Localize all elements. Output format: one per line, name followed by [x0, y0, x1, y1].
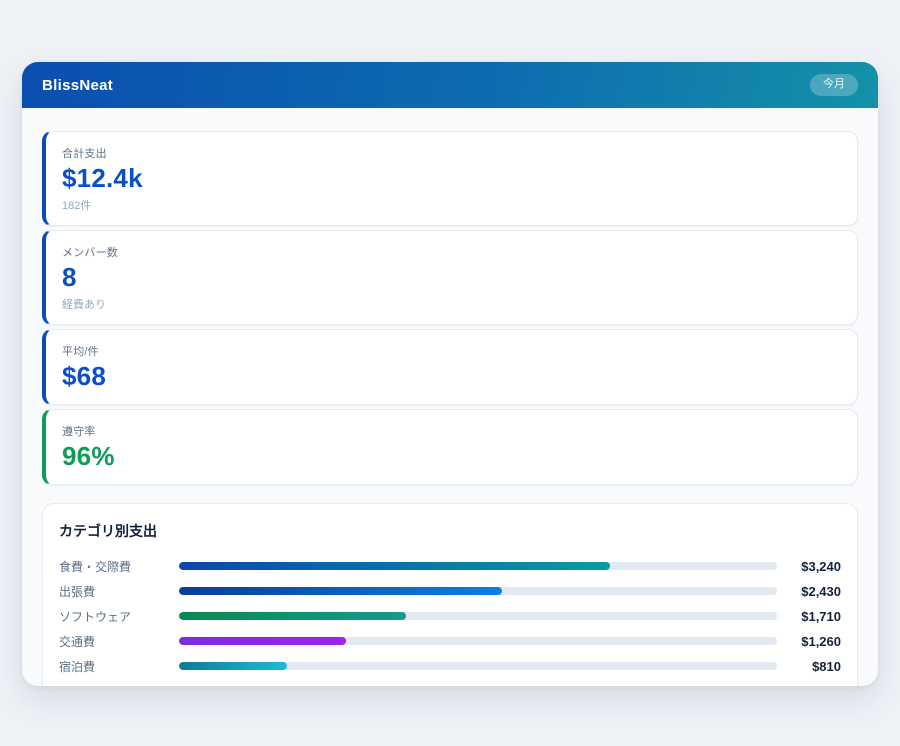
category-amount: $1,710 — [777, 609, 841, 624]
bar-fill — [179, 612, 406, 620]
app-header: BlissNeat 今月 — [22, 62, 878, 108]
category-row: ソフトウェア $1,710 — [59, 604, 841, 629]
bar-fill — [179, 562, 610, 570]
stat-card-compliance-rate: 遵守率 96% — [42, 409, 858, 485]
bar-fill — [179, 587, 502, 595]
stat-sub: 182件 — [62, 197, 841, 213]
stat-label: メンバー数 — [62, 244, 841, 260]
bar-fill — [179, 637, 346, 645]
stat-card-total-spend: 合計支出 $12.4k 182件 — [42, 131, 858, 226]
category-label: 交通費 — [59, 633, 179, 650]
stat-value: $12.4k — [62, 164, 841, 194]
bar-track — [179, 587, 777, 595]
stat-label: 遵守率 — [62, 423, 841, 439]
bar-fill — [179, 662, 287, 670]
category-amount: $2,430 — [777, 584, 841, 599]
dashboard-content: 合計支出 $12.4k 182件 メンバー数 8 経費あり 平均/件 $68 遵… — [22, 108, 878, 686]
category-amount: $810 — [777, 659, 841, 674]
bar-track — [179, 562, 777, 570]
dashboard-card: BlissNeat 今月 合計支出 $12.4k 182件 メンバー数 8 経費… — [22, 62, 878, 686]
period-badge[interactable]: 今月 — [810, 74, 858, 95]
stat-card-member-count: メンバー数 8 経費あり — [42, 230, 858, 325]
category-label: 宿泊費 — [59, 658, 179, 675]
category-row: 宿泊費 $810 — [59, 654, 841, 679]
stat-label: 平均/件 — [62, 343, 841, 359]
app-title: BlissNeat — [42, 77, 113, 94]
bar-track — [179, 662, 777, 670]
stat-value: 8 — [62, 263, 841, 293]
category-spend-card: カテゴリ別支出 食費・交際費 $3,240 出張費 $2,430 ソフトウェア … — [42, 503, 858, 686]
stat-card-average-per-item: 平均/件 $68 — [42, 329, 858, 405]
bar-track — [179, 612, 777, 620]
stat-label: 合計支出 — [62, 145, 841, 161]
category-amount: $1,260 — [777, 634, 841, 649]
category-amount: $3,240 — [777, 559, 841, 574]
stat-sub: 経費あり — [62, 296, 841, 312]
category-row: 出張費 $2,430 — [59, 579, 841, 604]
category-card-title: カテゴリ別支出 — [59, 521, 841, 541]
category-label: 食費・交際費 — [59, 558, 179, 575]
category-row: 交通費 $1,260 — [59, 629, 841, 654]
category-row: 食費・交際費 $3,240 — [59, 554, 841, 579]
category-label: 出張費 — [59, 583, 179, 600]
stat-value: 96% — [62, 442, 841, 472]
bar-track — [179, 637, 777, 645]
stat-value: $68 — [62, 362, 841, 392]
category-label: ソフトウェア — [59, 608, 179, 625]
